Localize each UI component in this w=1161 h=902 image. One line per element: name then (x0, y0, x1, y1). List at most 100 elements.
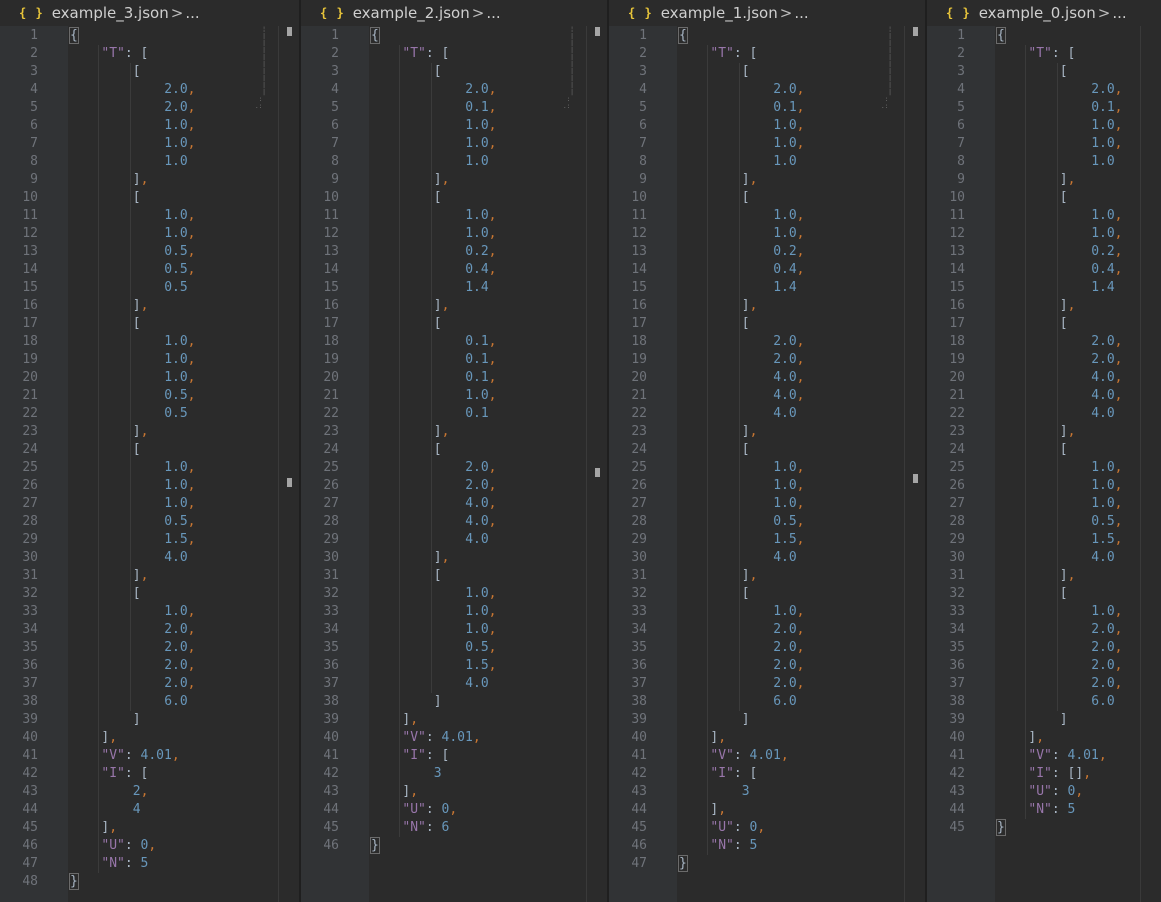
code-editor[interactable]: {"T": [[2.0, 0.1, 1.0, 1.0, 1.0],[1.0, 1.0, 0.… (677, 26, 925, 902)
code-line: 1.0, (164, 478, 196, 493)
pane-divider[interactable] (299, 0, 301, 902)
minimap[interactable]: ¦ | | | | | | | | | :.: (563, 26, 579, 118)
scroll-thumb[interactable] (287, 27, 292, 36)
line-number: 30 (22, 550, 38, 565)
code-line: [ (132, 442, 141, 457)
line-number: 26 (323, 478, 339, 493)
breadcrumb[interactable]: { } example_2.json > ... (301, 0, 607, 26)
number-value: 1.0 (164, 496, 188, 511)
breadcrumb-more[interactable]: ... (1112, 4, 1126, 22)
number-value: 4.0 (773, 388, 797, 403)
code-line: } (370, 837, 380, 854)
code-line: } (678, 855, 688, 872)
breadcrumb-more[interactable]: ... (185, 4, 199, 22)
code-line: 4.0 (465, 675, 488, 693)
code-line: 1.0 (164, 153, 187, 171)
number-value: 1.0 (465, 226, 489, 241)
line-number: 22 (323, 406, 339, 421)
vertical-scrollbar[interactable] (278, 26, 293, 902)
number-value: 4.0 (773, 370, 797, 385)
number-value: 4.0 (465, 496, 489, 511)
code-line: 6.0 (1091, 693, 1114, 711)
line-number: 45 (631, 820, 647, 835)
code-line: 1.0, (1091, 478, 1123, 493)
line-number: 8 (639, 154, 647, 169)
code-line: 0.4, (773, 262, 805, 277)
editor-pane[interactable]: { } example_3.json > ... 1 2 3 4 5 6 7 8 9 10 11 12 13… (0, 0, 299, 902)
vertical-scrollbar[interactable] (586, 26, 601, 902)
code-line: 2.0, (164, 676, 196, 691)
number-value: 4.0 (465, 514, 489, 529)
code-line: ], (1059, 424, 1076, 439)
line-number: 3 (639, 64, 647, 79)
editor-pane[interactable]: { } example_1.json > ... 1 2 3 4 5 6 7 8 9 10 11 12 13… (609, 0, 925, 902)
code-line: 0.2, (1091, 244, 1123, 259)
number-value: 4.0 (1091, 550, 1115, 565)
i-value: 3 (433, 766, 442, 781)
breadcrumb[interactable]: { } example_0.json > ... (927, 0, 1161, 26)
file-name[interactable]: example_3.json (52, 4, 169, 22)
number-value: 1.0 (164, 208, 188, 223)
line-number: 24 (949, 442, 965, 457)
code-line: 1.0, (773, 118, 805, 133)
scroll-thumb[interactable] (913, 27, 918, 36)
line-number: 20 (949, 370, 965, 385)
code-line: 2.0, (773, 622, 805, 637)
line-number-gutter: 1 2 3 4 5 6 7 8 9 10 11 12 13 14 15 16 17 18 19 20 21 22 23 24 2… (927, 26, 995, 902)
scroll-thumb[interactable] (595, 27, 600, 36)
line-number: 36 (949, 658, 965, 673)
minimap[interactable]: ¦ | | | | | | | | | :.: (881, 26, 897, 118)
number-value: 2.0 (1091, 658, 1115, 673)
line-number: 23 (323, 424, 339, 439)
line-number: 1 (30, 28, 38, 43)
breadcrumb[interactable]: { } example_1.json > ... (609, 0, 925, 26)
number-value: 0.5 (1091, 514, 1115, 529)
code-editor[interactable]: {"T": [[2.0, 0.1, 1.0, 1.0, 1.0],[1.0, 1.0, 0.… (369, 26, 607, 902)
file-name[interactable]: example_2.json (353, 4, 470, 22)
code-line: 4.0 (773, 549, 796, 567)
editor-pane[interactable]: { } example_0.json > ... 1 2 3 4 5 6 7 8 9 10 11 12 13… (927, 0, 1161, 902)
line-number: 39 (949, 712, 965, 727)
line-number: 10 (949, 190, 965, 205)
line-number: 36 (323, 658, 339, 673)
code-editor[interactable]: {"T": [[2.0, 0.1, 1.0, 1.0, 1.0],[1.0, 1.0, 0.… (995, 26, 1161, 902)
line-number: 30 (949, 550, 965, 565)
pane-divider[interactable] (925, 0, 927, 902)
editor-pane[interactable]: { } example_2.json > ... 1 2 3 4 5 6 7 8 9 10 11 12 13… (301, 0, 607, 902)
code-line: ], (741, 568, 758, 583)
code-line: 3 (434, 765, 442, 783)
breadcrumb-more[interactable]: ... (486, 4, 500, 22)
line-number-gutter: 1 2 3 4 5 6 7 8 9 10 11 12 13 14 15 16 17 18 19 20 21 22 23 24 2… (609, 26, 677, 902)
line-number: 12 (22, 226, 38, 241)
line-number: 11 (323, 208, 339, 223)
code-line: ], (433, 550, 450, 565)
line-number: 39 (631, 712, 647, 727)
code-line: ] (1059, 712, 1068, 727)
number-value: 4.0 (1091, 388, 1115, 403)
code-line: 2.0, (773, 352, 805, 367)
number-value: 1.0 (773, 604, 797, 619)
line-number: 15 (949, 280, 965, 295)
code-line: ], (1059, 172, 1076, 187)
code-line: [ (1059, 442, 1068, 457)
number-value: 1.0 (465, 388, 489, 403)
file-name[interactable]: example_1.json (661, 4, 778, 22)
code-line: 0.5, (164, 514, 196, 529)
number-value: 1.0 (164, 136, 188, 151)
vertical-scrollbar[interactable] (1140, 26, 1155, 902)
code-line: 1.5, (773, 532, 805, 547)
pane-divider[interactable] (607, 0, 609, 902)
code-line: 1.0, (1091, 136, 1123, 151)
line-number: 27 (949, 496, 965, 511)
code-line: 1.5, (465, 658, 497, 673)
code-line: { (678, 27, 688, 44)
vertical-scrollbar[interactable] (904, 26, 919, 902)
file-name[interactable]: example_0.json (979, 4, 1096, 22)
code-editor[interactable]: {"T": [[2.0, 2.0, 1.0, 1.0, 1.0],[1.0, 1.0, 0.… (68, 26, 299, 902)
code-line: 0.4, (1091, 262, 1123, 277)
minimap[interactable]: ¦ | | | | | | | | | :.: (255, 26, 271, 118)
number-value: 2.0 (465, 82, 489, 97)
breadcrumb[interactable]: { } example_3.json > ... (0, 0, 299, 26)
code-line: 0.2, (773, 244, 805, 259)
breadcrumb-more[interactable]: ... (794, 4, 808, 22)
